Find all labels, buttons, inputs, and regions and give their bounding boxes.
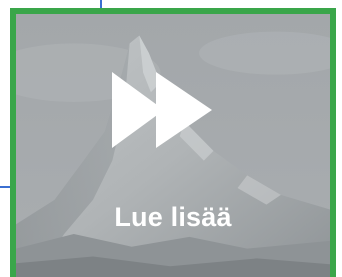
read-more-label: Lue lisää [114,202,232,232]
read-more-card[interactable]: Lue lisää [10,8,336,277]
page: Lue lisää [0,0,342,277]
fast-forward-icon [112,72,212,148]
